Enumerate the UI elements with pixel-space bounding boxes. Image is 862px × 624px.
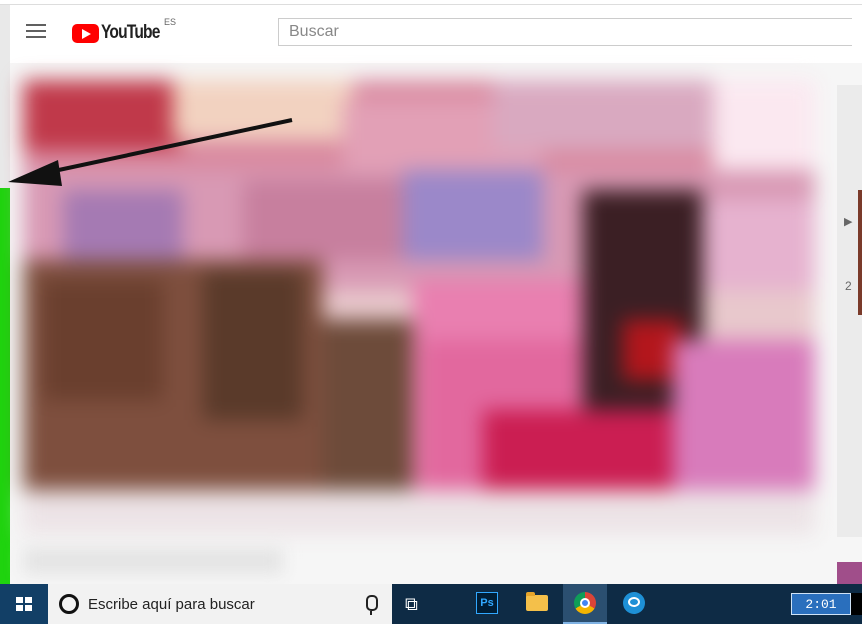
start-button[interactable] — [0, 584, 48, 624]
taskbar-file-explorer[interactable] — [514, 584, 558, 624]
arrow-icon — [8, 118, 293, 186]
windows-taskbar: Escribe aquí para buscar ⧉ Ps 2:01 — [0, 584, 862, 624]
chat-icon — [623, 592, 645, 614]
chrome-icon — [574, 592, 596, 614]
microphone-icon[interactable] — [366, 595, 378, 615]
folder-icon — [526, 592, 548, 611]
taskbar-chat-app[interactable] — [612, 584, 656, 624]
task-view-icon[interactable]: ⧉ — [405, 594, 418, 615]
taskbar-photoshop[interactable]: Ps — [465, 584, 509, 624]
show-desktop-button[interactable] — [851, 593, 862, 615]
photoshop-icon: Ps — [476, 592, 498, 614]
taskbar-search-text: Escribe aquí para buscar — [88, 596, 255, 613]
taskbar-clock[interactable]: 2:01 — [791, 593, 851, 615]
windows-icon — [16, 597, 32, 611]
cortana-icon — [59, 594, 79, 614]
taskbar-chrome[interactable] — [563, 584, 607, 624]
taskbar-search-box[interactable]: Escribe aquí para buscar — [48, 584, 392, 624]
